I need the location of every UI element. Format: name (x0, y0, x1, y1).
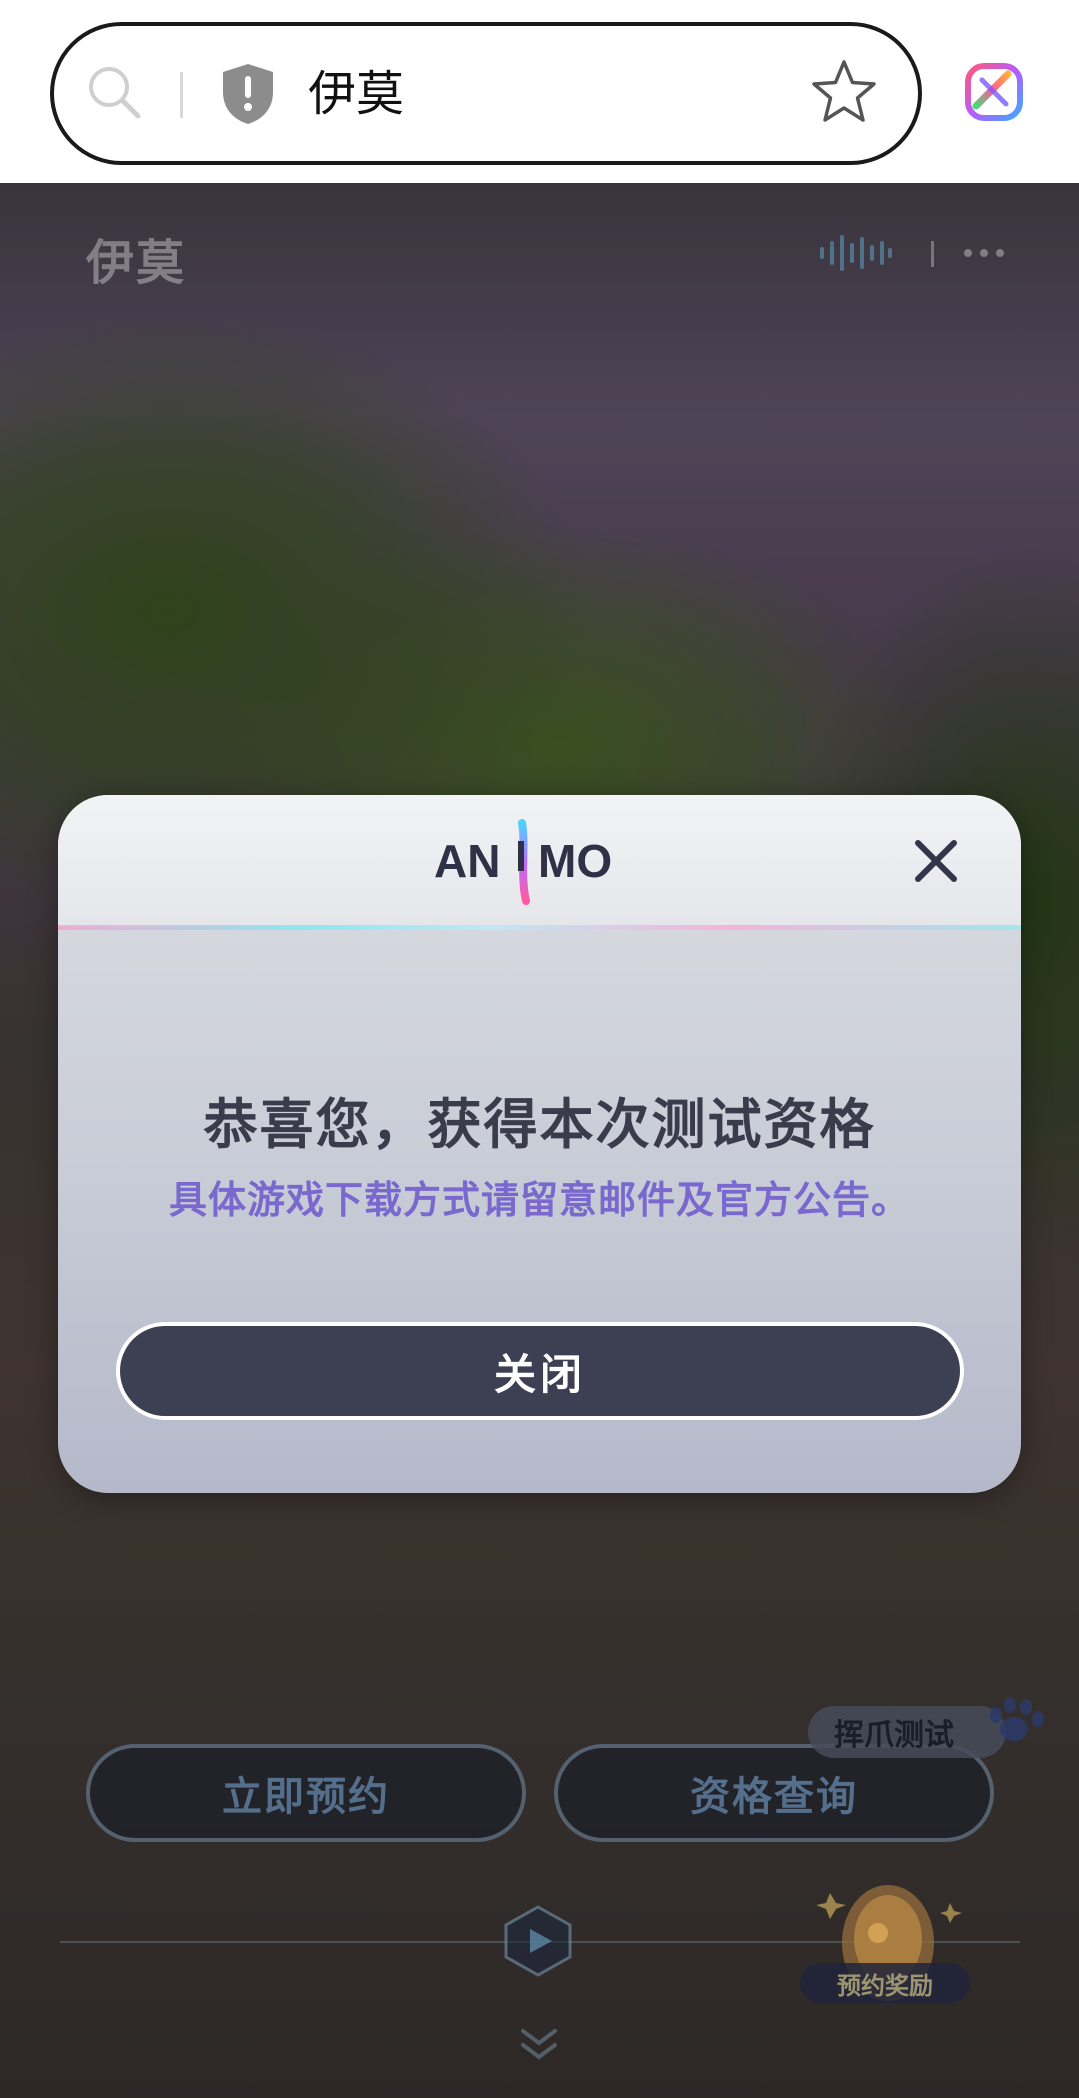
scroll-down-icon[interactable] (517, 2023, 561, 2067)
reward-label[interactable]: 预约奖励 (800, 1963, 970, 2003)
modal-header-divider (58, 925, 1021, 930)
address-bar[interactable]: 伊莫 (50, 22, 922, 165)
modal-title: 恭喜您，获得本次测试资格 (203, 1093, 876, 1156)
audio-icon[interactable] (818, 233, 894, 273)
qualification-modal: AN MO 恭喜您，获得本次测试资格 具体游戏下载方式请留意邮件及官方公告。 关… (58, 795, 1021, 1493)
modal-subtitle: 具体游戏下载方式请留意邮件及官方公告。 (168, 1178, 910, 1222)
url-text[interactable]: 伊莫 (308, 62, 404, 126)
reward-egg-icon[interactable] (790, 1863, 986, 2033)
svg-text:AN: AN (434, 835, 500, 887)
reserve-button[interactable]: 立即预约 (86, 1744, 526, 1842)
play-icon[interactable] (500, 1903, 576, 1979)
more-icon[interactable] (962, 247, 1006, 259)
header-divider (931, 241, 934, 267)
paw-icon (990, 1697, 1044, 1741)
search-icon[interactable] (82, 60, 146, 124)
close-icon[interactable] (910, 835, 962, 887)
site-logo[interactable]: 伊莫 (86, 223, 186, 293)
test-badge: 挥爪测试 (808, 1706, 1006, 1758)
close-button[interactable]: 关闭 (116, 1322, 964, 1420)
star-icon[interactable] (808, 56, 880, 128)
shield-icon[interactable] (219, 62, 277, 126)
animo-logo: AN MO (434, 819, 612, 905)
browser-toolbar: 伊莫 (0, 0, 1079, 183)
browser-logo-icon[interactable] (962, 60, 1026, 124)
qualification-check-button[interactable]: 资格查询 (554, 1744, 994, 1842)
address-divider (180, 72, 183, 118)
svg-text:MO: MO (538, 835, 612, 887)
modal-header: AN MO (58, 795, 1021, 927)
